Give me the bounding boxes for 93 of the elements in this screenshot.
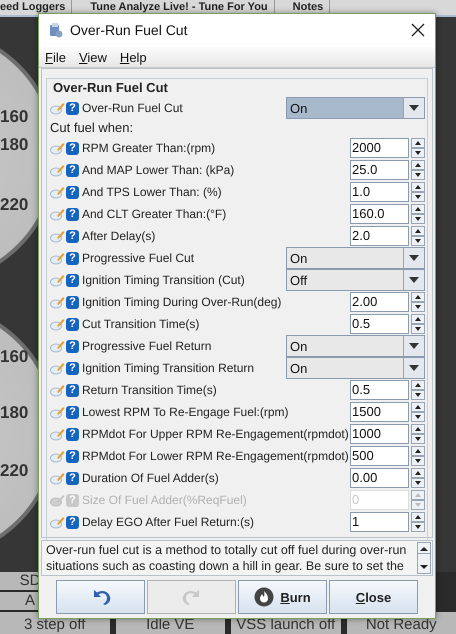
number-field[interactable]: 0.00 — [350, 468, 409, 488]
gauge-label: 180 — [0, 403, 28, 423]
gauge-label: 160 — [0, 347, 28, 367]
number-field[interactable]: 2.0 — [350, 226, 409, 246]
close-button[interactable]: Close — [329, 580, 418, 614]
field-label: Return Transition Time(s) — [82, 383, 218, 398]
dropdown[interactable]: On — [286, 357, 425, 380]
section-label: Cut fuel when: — [50, 119, 134, 138]
spin-buttons[interactable] — [411, 314, 425, 334]
field-label: Over-Run Fuel Cut — [82, 101, 184, 116]
number-field[interactable]: 1 — [350, 512, 409, 532]
number-field[interactable]: 1500 — [350, 402, 409, 422]
spin-buttons[interactable] — [411, 182, 425, 202]
field-label: And CLT Greater Than:(°F) — [82, 207, 228, 222]
help-text: Over-run fuel cut is a method to totally cut off fuel during over-run situations such as coasting down a hill in gear. Be sure to set the — [46, 542, 408, 574]
field-label: Cut Transition Time(s) — [82, 317, 200, 332]
help-icon[interactable]: ? — [66, 164, 79, 177]
number-field[interactable]: 2.00 — [350, 292, 409, 312]
dropdown-arrow-icon[interactable] — [409, 343, 419, 350]
number-field[interactable]: 0.5 — [350, 314, 409, 334]
number-field[interactable]: 1000 — [350, 424, 409, 444]
help-icon[interactable]: ? — [66, 362, 79, 375]
help-icon[interactable]: ? — [66, 208, 79, 221]
window-title: Over-Run Fuel Cut — [70, 22, 188, 38]
number-field[interactable]: 160.0 — [350, 204, 409, 224]
help-icon[interactable]: ? — [66, 252, 79, 265]
help-icon[interactable]: ? — [66, 384, 79, 397]
spin-buttons[interactable] — [411, 226, 425, 246]
field-label: Delay EGO After Fuel Return:(s) — [82, 515, 256, 530]
spin-buttons[interactable] — [411, 160, 425, 180]
scrollbar[interactable] — [417, 542, 431, 574]
flame-icon[interactable] — [254, 587, 274, 607]
dropdown[interactable]: On — [286, 247, 425, 270]
number-field[interactable]: 2000 — [350, 138, 409, 158]
help-icon[interactable]: ? — [66, 428, 79, 441]
close-icon[interactable] — [411, 23, 425, 38]
field-label: Duration Of Fuel Adder(s) — [82, 471, 220, 486]
spin-buttons[interactable] — [411, 446, 425, 466]
dropdown-arrow-icon[interactable] — [409, 255, 419, 262]
dropdown-arrow-icon[interactable] — [409, 365, 419, 372]
help-icon[interactable]: ? — [66, 340, 79, 353]
number-field[interactable]: 25.0 — [350, 160, 409, 180]
help-icon[interactable]: ? — [66, 230, 79, 243]
field-label: Ignition Timing Transition Return — [82, 361, 256, 376]
number-field[interactable]: 500 — [350, 446, 409, 466]
spin-buttons[interactable] — [411, 468, 425, 488]
gauge-label: 160 — [0, 107, 28, 127]
field-label: RPMdot For Upper RPM Re-Engagement(rpmdot) — [82, 427, 350, 442]
help-icon[interactable]: ? — [66, 186, 79, 199]
spin-buttons[interactable] — [411, 138, 425, 158]
dropdown-arrow-icon[interactable] — [409, 105, 419, 112]
spin-buttons[interactable] — [411, 292, 425, 312]
menu-item[interactable]: Help — [120, 50, 147, 64]
field-label: Ignition Timing During Over-Run(deg) — [82, 295, 282, 310]
field-label: Lowest RPM To Re-Engage Fuel:(rpm) — [82, 405, 290, 420]
field-label: Progressive Fuel Return — [82, 339, 212, 354]
help-icon[interactable]: ? — [66, 516, 79, 529]
help-icon[interactable]: ? — [66, 296, 79, 309]
menu-item[interactable]: File — [45, 50, 66, 64]
menu-item[interactable]: View — [78, 50, 107, 64]
undo-button[interactable] — [56, 580, 145, 614]
spin-buttons[interactable] — [411, 204, 425, 224]
dropdown-arrow-icon[interactable] — [409, 277, 419, 284]
spin-buttons — [411, 490, 425, 510]
field-label: And TPS Lower Than: (%) — [82, 185, 223, 200]
spin-buttons[interactable] — [411, 402, 425, 422]
help-icon[interactable]: ? — [66, 102, 79, 115]
help-icon[interactable]: ? — [66, 318, 79, 331]
dropdown[interactable]: On — [286, 97, 425, 120]
number-field[interactable]: 0.5 — [350, 380, 409, 400]
field-label: Size Of Fuel Adder(%ReqFuel) — [82, 493, 248, 508]
app-icon — [48, 22, 64, 38]
spin-buttons[interactable] — [411, 424, 425, 444]
field-label: Progressive Fuel Cut — [82, 251, 196, 266]
gauge-label: 180 — [0, 135, 28, 155]
dropdown[interactable]: Off — [286, 269, 425, 292]
field-label: After Delay(s) — [82, 229, 156, 244]
burn-button[interactable]: Burn — [238, 580, 327, 614]
spin-buttons[interactable] — [411, 380, 425, 400]
help-icon[interactable]: ? — [66, 450, 79, 463]
field-label: RPMdot For Lower RPM Re-Engagement(rpmdot) — [82, 449, 350, 464]
spin-buttons[interactable] — [411, 512, 425, 532]
dropdown[interactable]: On — [286, 335, 425, 358]
field-label: Ignition Timing Transition (Cut) — [82, 273, 246, 288]
help-icon[interactable]: ? — [66, 142, 79, 155]
help-icon[interactable]: ? — [66, 406, 79, 419]
help-icon[interactable]: ? — [66, 274, 79, 287]
gauge-label: 220 — [0, 461, 28, 481]
field-label: And MAP Lower Than: (kPa) — [82, 163, 236, 178]
help-icon[interactable]: ? — [66, 472, 79, 485]
field-label: RPM Greater Than:(rpm) — [82, 141, 216, 156]
gauge-label: 220 — [0, 195, 28, 215]
number-field[interactable]: 1.0 — [350, 182, 409, 202]
